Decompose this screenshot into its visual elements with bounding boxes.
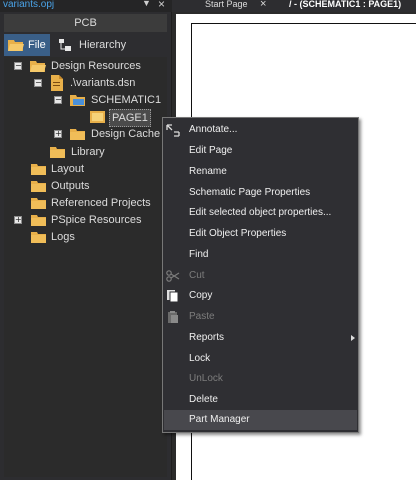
menu-item-reports[interactable]: Reports [164,328,357,348]
menu-item-delete[interactable]: Delete [164,390,357,410]
menu-item-unlock[interactable]: UnLock [164,369,357,389]
panel-header: PCB [4,14,167,32]
tree-item-label: Design Cache [91,128,161,140]
tab-file[interactable]: File [4,34,50,56]
tree-item-pspice-resources[interactable]: + PSpice Resources [14,212,166,228]
menu-item-annotate[interactable]: Annotate... [164,120,357,140]
folder-icon [31,197,47,209]
tab-hierarchy-label: Hierarchy [79,39,127,51]
tree-item-label: Layout [51,163,85,175]
tree-item-outputs[interactable]: Outputs [31,178,166,194]
copy-icon [166,289,180,303]
tree-item-design-cache[interactable]: + Design Cache [54,126,169,142]
page-icon [90,111,106,123]
folder-icon [31,163,47,175]
menu-item-edit-page[interactable]: Edit Page [164,141,357,161]
tab-schematic-page1[interactable]: / - (SCHEMATIC1 : PAGE1) [289,0,401,9]
tree-item-design-resources[interactable]: − Design Resources [14,58,169,74]
tree-item-layout[interactable]: Layout [31,161,166,177]
panel-titlebar: variants.opj ▼ × [0,0,172,12]
tree-item-label: Outputs [51,180,90,192]
scissors-icon [166,269,180,283]
tree-item-label: Library [71,146,105,158]
folder-open-icon [8,39,24,51]
tree-item-label: Design Resources [51,60,141,72]
tree-item-label: .\variants.dsn [70,77,136,89]
panel-title: variants.opj [3,0,55,10]
folder-icon [31,214,47,226]
menu-item-part-manager[interactable]: Part Manager [164,410,357,430]
folder-icon [50,146,66,158]
tab-hierarchy[interactable]: Hierarchy [54,34,138,56]
menu-item-copy[interactable]: Copy [164,286,357,306]
menu-item-edit-object-properties[interactable]: Edit Object Properties [164,224,357,244]
tree-item-label: Logs [51,231,75,243]
collapse-icon[interactable]: − [14,62,22,70]
expand-icon[interactable]: + [14,216,22,224]
menu-item-paste[interactable]: Paste [164,307,357,327]
context-menu: Annotate... Edit Page Rename Schematic P… [162,117,359,433]
tab-file-label: File [28,39,46,51]
folder-icon [31,231,47,243]
tree-item-schematic1[interactable]: − SCHEMATIC1 [54,92,169,108]
collapse-icon[interactable]: − [54,96,62,104]
menu-item-rename[interactable]: Rename [164,162,357,182]
close-icon[interactable]: × [158,0,165,11]
schematic-folder-icon [70,94,86,106]
tree-item-referenced-projects[interactable]: Referenced Projects [31,195,166,211]
menu-item-find[interactable]: Find [164,245,357,265]
tree-item-library[interactable]: Library [50,144,165,160]
tree-item-design-file[interactable]: − .\variants.dsn [34,75,169,91]
submenu-arrow-icon [351,335,355,341]
menu-item-lock[interactable]: Lock [164,349,357,369]
editor-tab-bar: Start Page × / - (SCHEMATIC1 : PAGE1) [172,0,416,12]
folder-open-icon [30,60,46,72]
tab-close-icon[interactable]: × [260,0,266,10]
menu-item-schematic-page-properties[interactable]: Schematic Page Properties [164,183,357,203]
paste-icon [166,310,180,324]
annotate-icon [166,123,180,137]
collapse-icon[interactable]: − [34,79,42,87]
tree-item-label: Referenced Projects [51,197,151,209]
design-file-icon [50,75,64,91]
tree-item-label: PSpice Resources [51,214,142,226]
tab-start-page[interactable]: Start Page [205,0,248,9]
expand-icon[interactable]: + [54,130,62,138]
panel-tabs: File Hierarchy [4,34,167,56]
folder-icon [70,128,86,140]
folder-icon [31,180,47,192]
hierarchy-icon [58,38,72,52]
tree-item-page1[interactable]: PAGE1 [90,109,151,127]
tree-item-label: PAGE1 [109,109,151,127]
dropdown-arrow-icon[interactable]: ▼ [142,0,151,8]
menu-item-edit-selected-object-properties[interactable]: Edit selected object properties... [164,203,357,223]
tree-item-logs[interactable]: Logs [31,229,166,245]
tree-item-label: SCHEMATIC1 [91,94,162,106]
menu-item-cut[interactable]: Cut [164,266,357,286]
